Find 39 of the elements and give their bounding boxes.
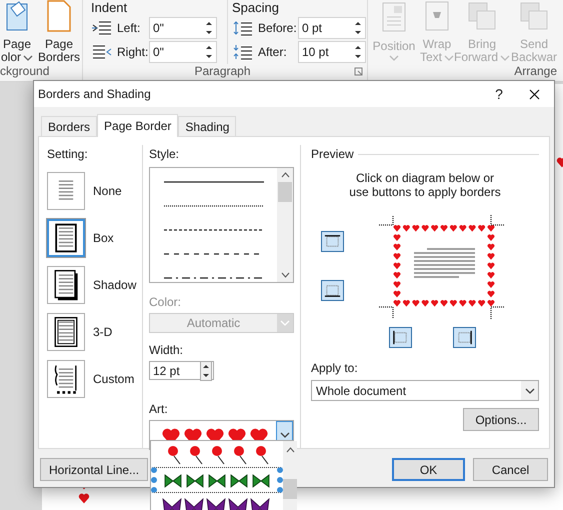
section-label: Setting: [47, 146, 89, 163]
field-label: Before: [258, 20, 298, 37]
number-field[interactable]: 10 pt [298, 41, 366, 63]
section-heading: Indent [91, 0, 128, 16]
field-label: Right: [117, 44, 149, 61]
apply-to-dropdown[interactable]: Whole document [311, 380, 539, 401]
section-label: Preview [311, 146, 354, 163]
ribbon-button[interactable]: Page Borders [36, 0, 82, 64]
setting-label: None [93, 183, 122, 200]
field-label: Apply to: [311, 360, 359, 377]
help-button[interactable]: ? [484, 84, 514, 104]
setting-label: 3-D [93, 324, 112, 341]
section-label: Style: [149, 146, 180, 163]
instruction-text: Click on diagram below or use buttons to apply borders [348, 171, 502, 199]
setting-label: Shadow [93, 277, 136, 294]
setting-label: Box [93, 230, 114, 247]
number-field[interactable]: 0 pt [298, 17, 366, 39]
ribbon-button[interactable]: Page olor [0, 0, 34, 64]
field-label: Width: [149, 342, 184, 359]
options-button[interactable]: Options... [463, 408, 539, 431]
group-label: Paragraph [193, 64, 252, 78]
width-field[interactable]: 12 pt [149, 361, 214, 380]
group-label: Arrange [514, 64, 557, 78]
setting-label: Custom [93, 371, 134, 388]
field-label: Left: [117, 20, 142, 37]
group-label: ckground [0, 64, 50, 78]
cancel-button[interactable]: Cancel [473, 458, 548, 481]
horizontal-line-button[interactable]: Horizontal Line... [40, 458, 148, 481]
window-title: Borders and Shading [38, 86, 152, 103]
field-label: Art: [149, 401, 169, 418]
tab[interactable]: Shading [178, 116, 236, 136]
section-heading: Spacing [232, 0, 280, 16]
number-field[interactable]: 0" [149, 17, 217, 39]
tab[interactable]: Borders [41, 116, 98, 136]
tab[interactable]: Page Border [97, 114, 178, 137]
number-field[interactable]: 0" [149, 41, 217, 63]
field-label: Color: [149, 294, 182, 311]
field-label: After: [258, 44, 288, 61]
ok-button[interactable]: OK [392, 458, 465, 481]
